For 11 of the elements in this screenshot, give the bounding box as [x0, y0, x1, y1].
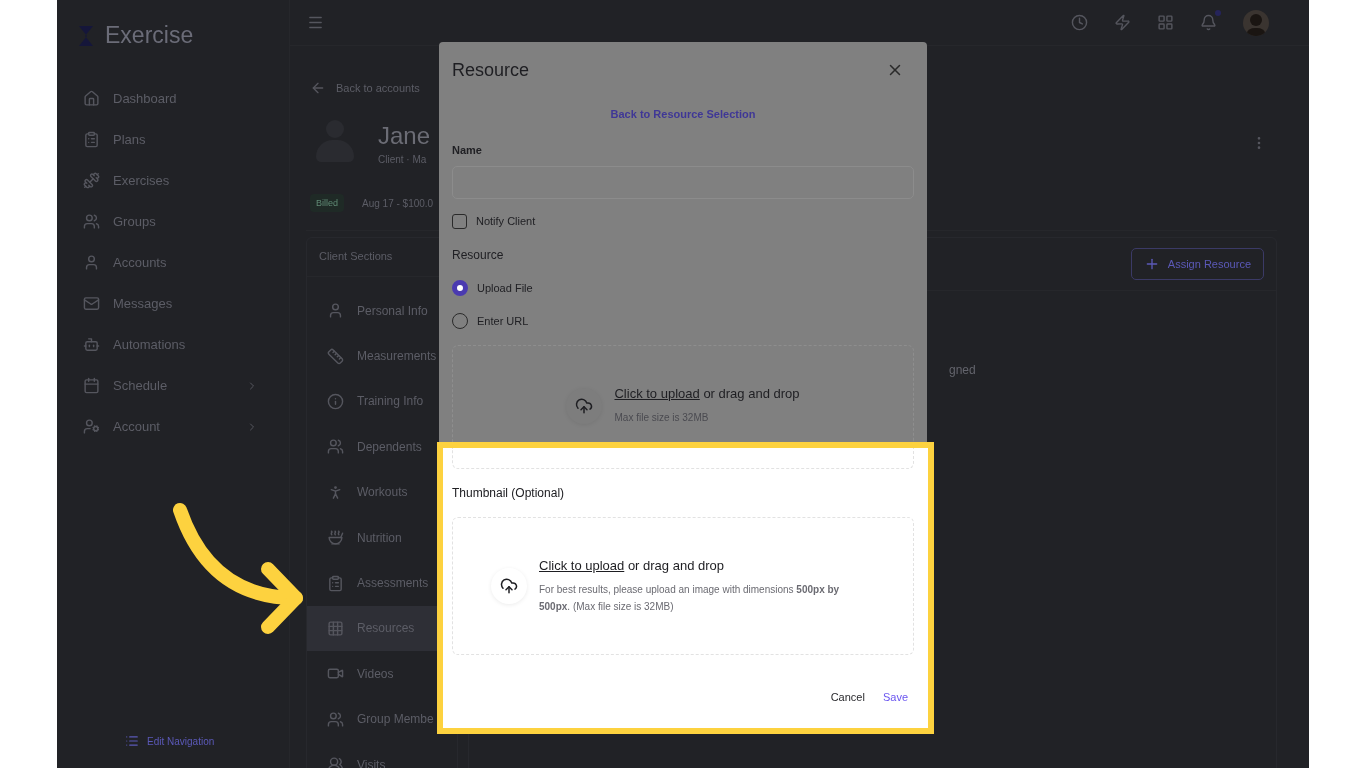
drag-and-drop-text: or drag and drop	[702, 386, 800, 401]
thumbnail-label: Thumbnail (Optional)	[452, 485, 566, 501]
app-logo-text: Exercise	[105, 22, 194, 49]
dialog-title: Resource	[452, 59, 530, 81]
billing-info: Aug 17 - $100.0	[362, 197, 434, 209]
billed-badge: Billed	[310, 194, 344, 212]
drag-and-drop-text: or drag and drop	[626, 557, 724, 573]
name-label: Name	[452, 143, 483, 158]
empty-state-text: gned	[949, 363, 976, 377]
client-meta: Client · Ma	[378, 153, 428, 165]
upload-hint: For best results, please upload an image with dimensions 500px by 500px. (Max file size is 32MB)	[539, 582, 841, 614]
